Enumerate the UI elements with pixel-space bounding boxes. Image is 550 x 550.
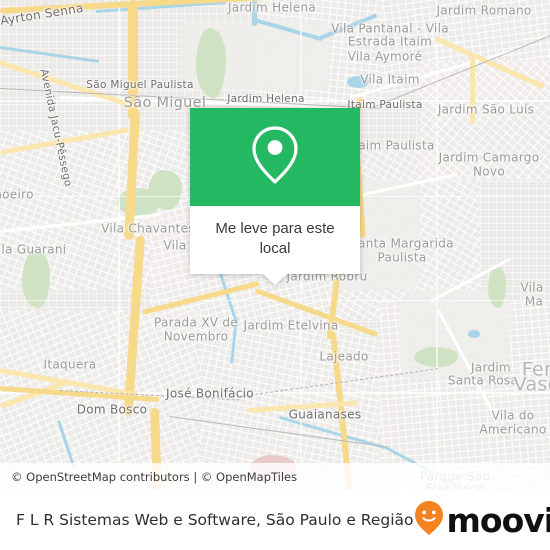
map-place-label: Vasc: [513, 373, 550, 396]
map-place-label: Santa Rosa: [447, 373, 519, 388]
map-place-label: Jardim Camargo: [438, 150, 540, 165]
map-park: [117, 188, 161, 216]
attribution-text[interactable]: © OpenStreetMap contributors | © OpenMap…: [0, 470, 297, 484]
map-pin-icon: [249, 124, 301, 191]
map-place-label: Itaquera: [43, 357, 97, 372]
map-place-label: Santa Margarida: [350, 236, 454, 251]
map-attribution-bar: © OpenStreetMap contributors | © OpenMap…: [0, 463, 550, 490]
map-place-label: Vila do: [491, 408, 535, 423]
map-park: [196, 28, 226, 98]
map-lake: [468, 330, 480, 338]
map-place-label: Lajeado: [319, 349, 369, 364]
map-place-label: Americano: [479, 422, 547, 437]
map-place-label: Jardim São Luís: [437, 102, 535, 117]
map-place-label: Guaianases: [288, 407, 362, 422]
map-place-label: Dom Bosco: [76, 402, 148, 417]
location-popup[interactable]: Me leve para este local: [190, 108, 360, 285]
map-place-label: Jardim Romano: [436, 3, 532, 18]
popup-message: Me leve para este local: [190, 206, 360, 274]
map-place-label: Ma: [524, 294, 544, 309]
map-place-label: José Bonifácio: [166, 386, 254, 401]
footer-title: F L R Sistemas Web e Software, São Paulo…: [16, 511, 414, 529]
map-place-label: Vila Aymoré: [347, 49, 423, 64]
map-screenshot: Ayrton Senna Jardim Helena Jardim Romano Vi…: [0, 0, 550, 550]
map-canvas[interactable]: Ayrton Senna Jardim Helena Jardim Romano Vi…: [0, 0, 550, 490]
popup-tail-arrow: [262, 272, 288, 285]
footer-bar: F L R Sistemas Web e Software, São Paulo…: [0, 490, 550, 550]
map-place-label: Jardim Etelvina: [243, 318, 339, 333]
map-park: [488, 266, 506, 308]
map-place-label: Vila Itaim: [360, 72, 420, 87]
map-place-label: São Miguel Paulista: [86, 79, 194, 92]
map-place-label: Vila: [520, 280, 544, 295]
map-place-label: Vila Guarani: [0, 242, 67, 257]
map-place-label: Vila: [163, 238, 187, 253]
map-place-label: Parada XV de: [154, 315, 238, 330]
map-place-label: Vila Chavantes: [101, 221, 195, 236]
moovit-wordmark: moovit: [446, 500, 550, 540]
map-place-label: Estrada Itaim: [347, 34, 433, 49]
popup-header: [190, 108, 360, 206]
map-place-label: Novembro: [163, 329, 229, 344]
map-place-label: Jardim Helena: [227, 0, 317, 15]
map-place-label: Novo: [473, 164, 505, 179]
map-place-label: hoeiro: [0, 187, 34, 202]
moovit-pin-smiley-icon: [414, 500, 444, 541]
map-place-label: Itaim Paulista: [349, 138, 435, 153]
moovit-brand[interactable]: moovit: [414, 500, 550, 541]
map-place-label: Paulista: [377, 250, 427, 265]
map-place-label: Jardim Helena: [227, 93, 305, 106]
